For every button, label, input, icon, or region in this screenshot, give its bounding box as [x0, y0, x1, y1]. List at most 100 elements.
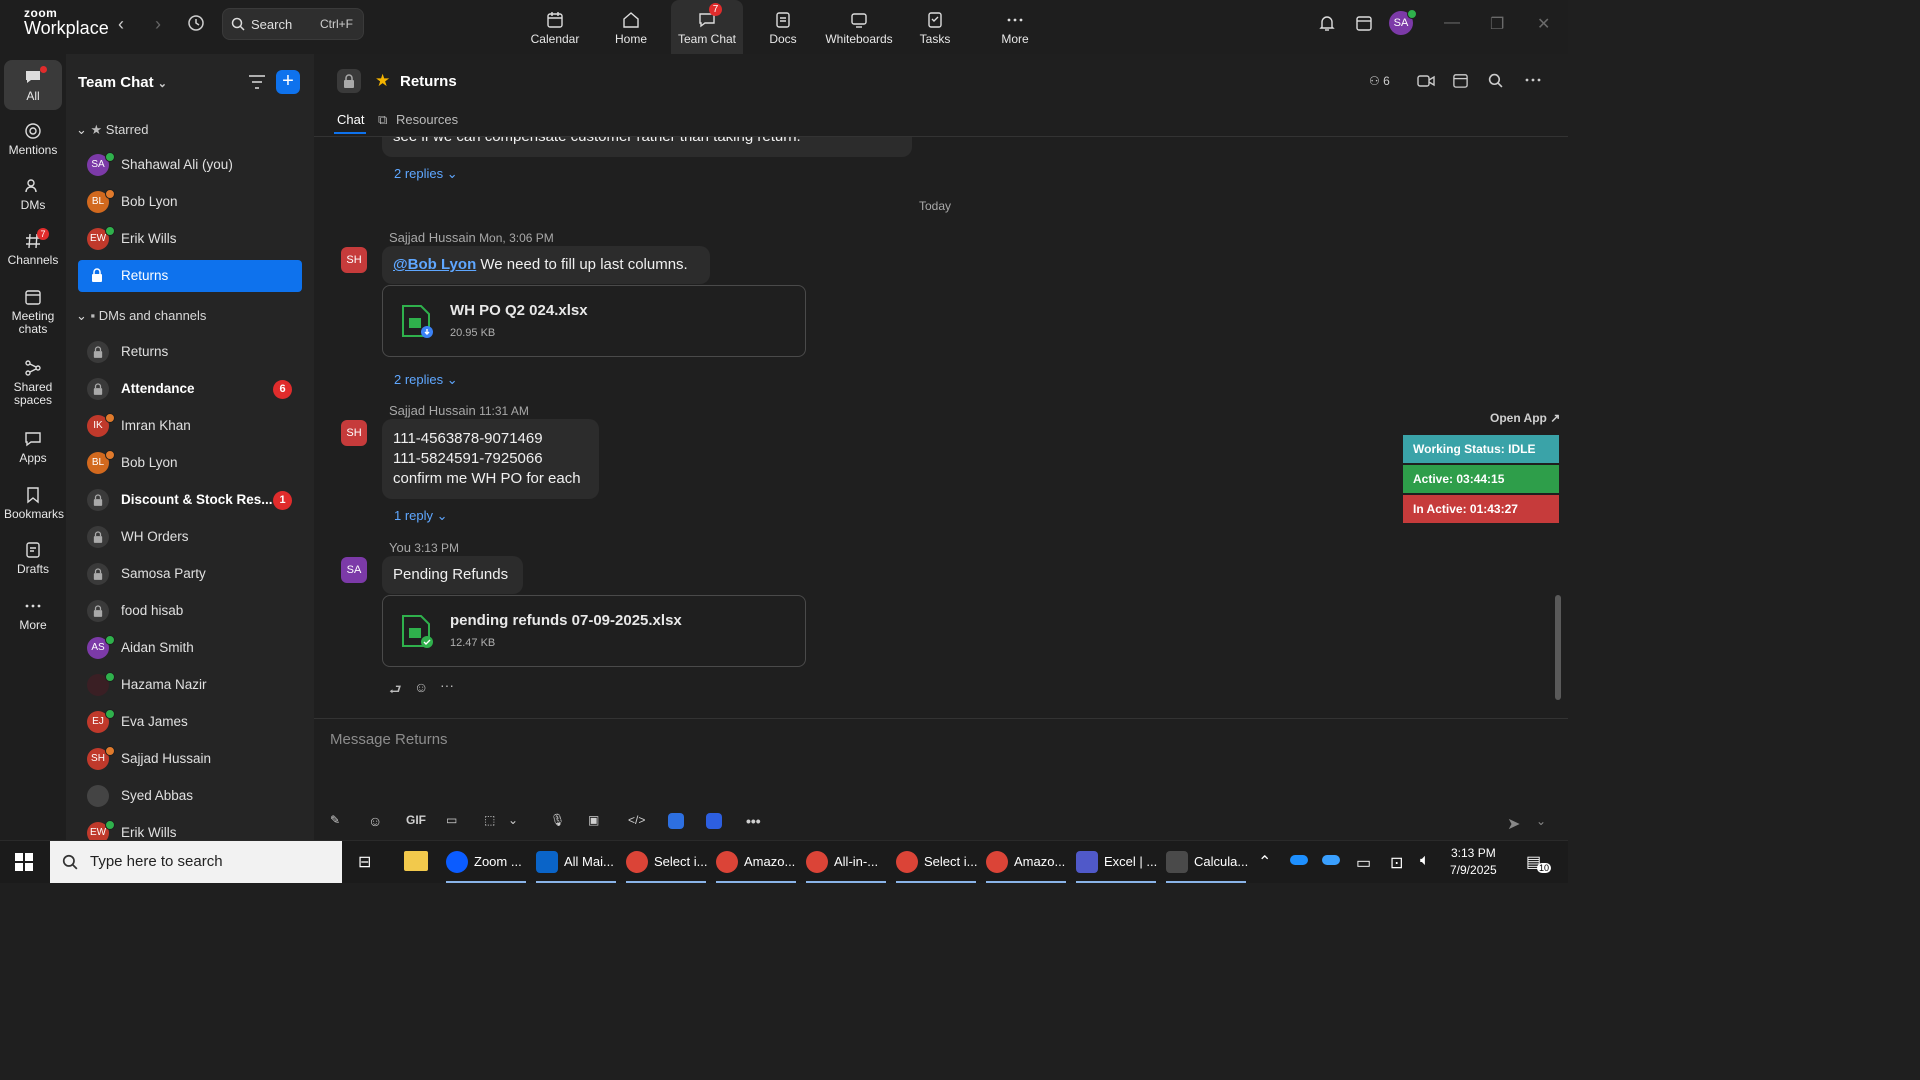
channel-title[interactable]: Returns: [400, 73, 457, 90]
chevron-down-icon[interactable]: ⌄: [508, 813, 518, 827]
format-icon[interactable]: ✎: [330, 813, 340, 827]
onedrive-icon[interactable]: [1290, 855, 1308, 865]
maximize-icon[interactable]: ❐: [1490, 14, 1504, 34]
sidebar-item-syed-abbas[interactable]: Syed Abbas: [78, 780, 302, 812]
schedule-icon[interactable]: [1452, 72, 1469, 94]
rail-all[interactable]: All: [4, 60, 62, 110]
sidebar-item-attendance[interactable]: Attendance 6: [78, 373, 302, 405]
file-explorer-icon[interactable]: [404, 851, 428, 871]
nav-docs[interactable]: Docs: [747, 0, 819, 54]
app-shortcut-icon[interactable]: [706, 813, 722, 829]
sidebar-item-shahawal[interactable]: SA Shahawal Ali (you): [78, 149, 302, 181]
emoji-icon[interactable]: ☺: [368, 813, 382, 829]
onedrive-icon[interactable]: [1322, 855, 1340, 865]
emoji-reaction-icon[interactable]: ☺: [414, 679, 428, 695]
sender-name[interactable]: Sajjad Hussain: [389, 403, 476, 418]
rail-apps[interactable]: Apps: [4, 430, 62, 465]
file-attachment[interactable]: pending refunds 07-09-2025.xlsx 12.47 KB: [382, 595, 806, 667]
sidebar-item-erik-wills-dm[interactable]: EW Erik Wills: [78, 817, 302, 840]
back-arrow-icon[interactable]: ‹: [118, 14, 124, 35]
minimize-icon[interactable]: —: [1444, 14, 1460, 32]
sidebar-item-bob-lyon-dm[interactable]: BL Bob Lyon: [78, 447, 302, 479]
calendar-status-icon[interactable]: [1355, 14, 1373, 37]
send-options-chevron-icon[interactable]: ⌄: [1536, 814, 1546, 828]
replies-toggle[interactable]: 1 reply ⌄: [394, 508, 448, 524]
dms-section-header[interactable]: ⌄ ▪ DMs and channels: [76, 308, 206, 324]
channel-search-icon[interactable]: [1488, 73, 1503, 93]
nav-home[interactable]: Home: [595, 0, 667, 54]
avatar[interactable]: SH: [341, 247, 367, 273]
reply-icon[interactable]: ⮐: [389, 679, 402, 703]
star-icon[interactable]: ★: [375, 71, 390, 91]
nav-tasks[interactable]: Tasks: [899, 0, 971, 54]
rail-meeting-chats[interactable]: Meeting chats: [4, 288, 62, 336]
history-icon[interactable]: [187, 14, 205, 37]
file-attachment[interactable]: WH PO Q2 024.xlsx 20.95 KB: [382, 285, 806, 357]
sidebar-item-bob-lyon[interactable]: BL Bob Lyon: [78, 186, 302, 218]
windows-start-icon[interactable]: [15, 853, 33, 876]
nav-team-chat[interactable]: 7 Team Chat: [671, 0, 743, 54]
channel-more-icon[interactable]: [1524, 73, 1542, 92]
rail-shared-spaces[interactable]: Shared spaces: [4, 359, 62, 407]
sidebar-item-returns-starred[interactable]: Returns: [78, 260, 302, 292]
rail-bookmarks[interactable]: Bookmarks: [4, 486, 64, 521]
sidebar-item-wh-orders[interactable]: WH Orders: [78, 521, 302, 553]
new-chat-button[interactable]: +: [276, 70, 300, 94]
tab-resources[interactable]: Resources: [396, 112, 458, 127]
replies-toggle[interactable]: 2 replies ⌄: [394, 372, 458, 388]
message-composer[interactable]: Message Returns ✎ ☺ GIF ▭ ⬚ ⌄ 🎙︎ ▣ </> •…: [314, 718, 1568, 841]
system-clock[interactable]: 3:13 PM 7/9/2025: [1450, 845, 1497, 879]
taskbar-app-chrome-5[interactable]: Amazo...: [986, 841, 1066, 883]
taskbar-app-chrome-1[interactable]: Select i...: [626, 841, 707, 883]
scrollbar[interactable]: [1555, 595, 1561, 700]
volume-icon[interactable]: 🔈︎: [1420, 852, 1430, 870]
sidebar-item-eva-james[interactable]: EJ Eva James: [78, 706, 302, 738]
taskbar-app-teams[interactable]: Excel | ...: [1076, 841, 1157, 883]
taskbar-app-calculator[interactable]: Calcula...: [1166, 841, 1248, 883]
avatar[interactable]: SA: [341, 557, 367, 583]
taskbar-app-outlook[interactable]: All Mai...: [536, 841, 616, 883]
members-button[interactable]: ⚇ 6: [1369, 74, 1390, 88]
bell-icon[interactable]: [1318, 14, 1336, 37]
sender-name[interactable]: You: [389, 540, 411, 555]
send-icon[interactable]: ➤: [1507, 814, 1520, 834]
screenshot-icon[interactable]: ⬚: [484, 813, 495, 827]
microphone-icon[interactable]: 🎙︎: [550, 813, 565, 827]
mention-link[interactable]: @Bob Lyon: [393, 256, 476, 273]
network-icon[interactable]: ⊡: [1390, 853, 1403, 873]
close-icon[interactable]: ✕: [1537, 14, 1550, 34]
sidebar-item-aidan-smith[interactable]: AS Aidan Smith: [78, 632, 302, 664]
replies-toggle[interactable]: 2 replies ⌄: [394, 166, 458, 182]
sidebar-item-hazama-nazir[interactable]: Hazama Nazir: [78, 669, 302, 701]
sidebar-item-returns[interactable]: Returns: [78, 336, 302, 368]
search-box[interactable]: Search Ctrl+F: [222, 8, 364, 40]
video-message-icon[interactable]: ▣: [588, 813, 599, 827]
nav-calendar[interactable]: Calendar: [519, 0, 591, 54]
app-shortcut-icon[interactable]: [668, 813, 684, 829]
code-icon[interactable]: </>: [628, 813, 645, 827]
video-icon[interactable]: [1417, 74, 1435, 93]
gif-button[interactable]: GIF: [406, 813, 426, 827]
task-view-icon[interactable]: ⊟: [358, 852, 371, 872]
rail-drafts[interactable]: Drafts: [4, 541, 62, 576]
battery-icon[interactable]: ▭: [1356, 853, 1371, 873]
taskbar-app-chrome-3[interactable]: All-in-...: [806, 841, 886, 883]
tray-chevron-up-icon[interactable]: ⌃: [1258, 852, 1271, 872]
message-more-icon[interactable]: ···: [440, 677, 454, 693]
tab-chat[interactable]: Chat: [337, 112, 364, 127]
nav-whiteboards[interactable]: Whiteboards: [823, 0, 895, 54]
sidebar-item-discount-stock[interactable]: Discount & Stock Res... 1: [78, 484, 302, 516]
message-input[interactable]: Message Returns: [330, 731, 448, 748]
filter-icon[interactable]: [248, 74, 266, 95]
nav-more[interactable]: More: [979, 0, 1051, 54]
avatar[interactable]: SH: [341, 420, 367, 446]
open-app-link[interactable]: Open App ↗: [1490, 411, 1560, 425]
rail-more[interactable]: More: [4, 597, 62, 632]
taskbar-search[interactable]: Type here to search: [50, 841, 342, 883]
sender-name[interactable]: Sajjad Hussain: [389, 230, 476, 245]
sidebar-item-sajjad-hussain[interactable]: SH Sajjad Hussain: [78, 743, 302, 775]
sidebar-item-imran-khan[interactable]: IK Imran Khan: [78, 410, 302, 442]
taskbar-app-zoom[interactable]: Zoom ...: [446, 841, 526, 883]
sidebar-item-erik-wills[interactable]: EW Erik Wills: [78, 223, 302, 255]
rail-channels[interactable]: 7 Channels: [4, 228, 62, 267]
